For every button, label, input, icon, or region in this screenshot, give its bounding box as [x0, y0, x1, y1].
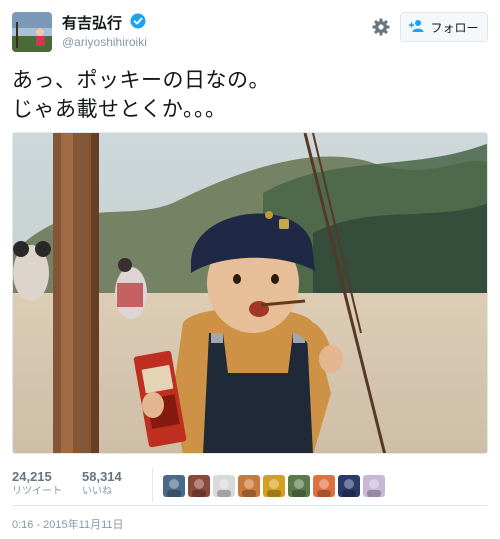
liker-avatar[interactable] [288, 475, 310, 497]
tweet-line: じゃあ載せとくか。。。 [12, 97, 227, 121]
stat-divider [152, 468, 153, 502]
retweet-label: リツイート [12, 486, 62, 497]
follow-label: フォロー [430, 20, 479, 35]
tweet-photo[interactable] [12, 132, 488, 454]
liker-avatar[interactable] [163, 475, 185, 497]
follow-button[interactable]: フォロー [400, 12, 488, 42]
liker-avatar[interactable] [213, 475, 235, 497]
like-stat[interactable]: 58,314 いいね [82, 468, 122, 499]
retweet-stat[interactable]: 24,215 リツイート [12, 468, 62, 499]
liker-avatar[interactable] [263, 475, 285, 497]
screen-name[interactable]: @ariyoshihiroiki [62, 33, 147, 51]
tweet-header: 有吉弘行 @ariyoshihiroiki フォロー [12, 12, 488, 56]
liker-avatar[interactable] [188, 475, 210, 497]
liker-avatar[interactable] [238, 475, 260, 497]
user-name-block[interactable]: 有吉弘行 @ariyoshihiroiki [62, 12, 147, 51]
gear-icon[interactable] [371, 17, 391, 37]
add-person-icon [409, 19, 425, 36]
avatar[interactable] [12, 12, 52, 52]
liker-avatar[interactable] [363, 475, 385, 497]
tweet-text: あっ、ポッキーの日なの。 じゃあ載せとくか。。。 [12, 66, 488, 124]
liker-avatar[interactable] [313, 475, 335, 497]
retweet-count: 24,215 [12, 469, 52, 484]
verified-badge-icon [130, 13, 146, 33]
liker-avatar[interactable] [338, 475, 360, 497]
tweet-line: あっ、ポッキーの日なの。 [12, 68, 270, 92]
divider [12, 505, 488, 506]
tweet-timestamp[interactable]: 0:16 - 2015年11月11日 [12, 516, 124, 532]
tweet-stats: 24,215 リツイート 58,314 いいね [12, 468, 488, 502]
like-label: いいね [82, 486, 112, 497]
liker-avatars [163, 475, 385, 497]
like-count: 58,314 [82, 469, 122, 484]
display-name[interactable]: 有吉弘行 [62, 13, 122, 33]
